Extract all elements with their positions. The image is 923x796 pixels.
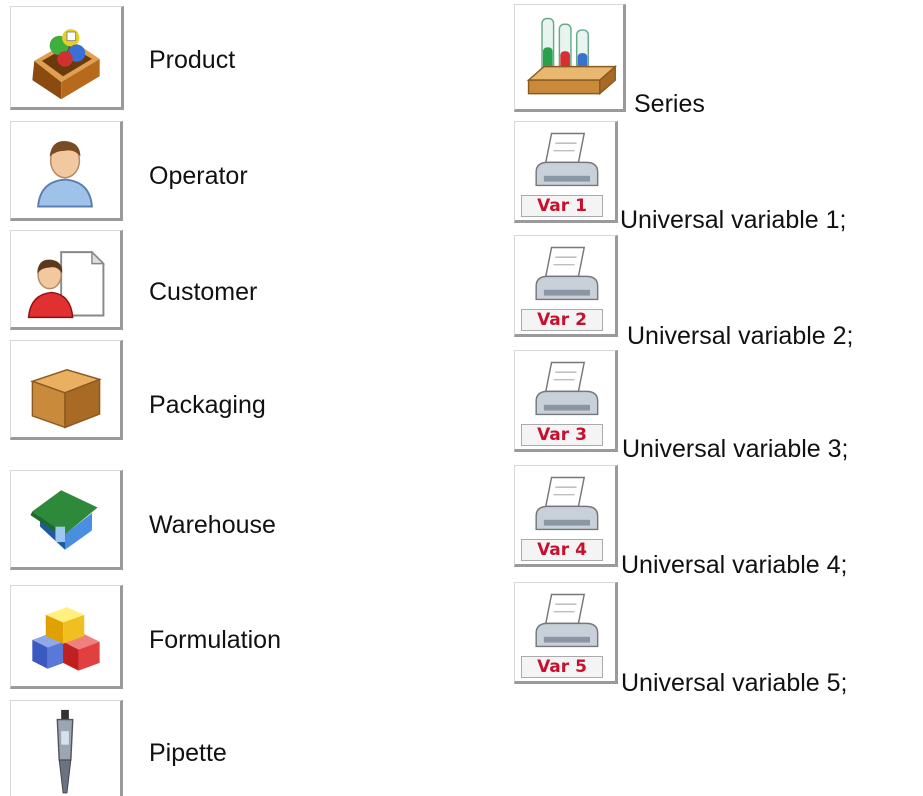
- formulation-cubes-icon: [32, 607, 100, 671]
- universal-variable-2-label: Universal variable 2;: [627, 322, 854, 350]
- var-4-badge: Var 4: [521, 539, 603, 561]
- series-test-tubes-icon: [526, 17, 618, 96]
- universal-variable-1-label: Universal variable 1;: [620, 206, 847, 234]
- formulation-tile[interactable]: [10, 585, 123, 689]
- warehouse-tile[interactable]: [10, 470, 123, 570]
- customer-person-document-icon: [27, 250, 106, 319]
- series-tile[interactable]: [514, 4, 626, 112]
- var-5-badge: Var 5: [521, 656, 603, 678]
- customer-tile[interactable]: [10, 230, 123, 330]
- var-3-badge: Var 3: [521, 424, 603, 446]
- product-label: Product: [149, 46, 236, 74]
- universal-variable-1-tile[interactable]: Var 1: [514, 121, 618, 223]
- series-label: Series: [634, 90, 705, 118]
- customer-label: Customer: [149, 278, 258, 306]
- warehouse-label: Warehouse: [149, 511, 276, 539]
- universal-variable-4-tile[interactable]: Var 4: [514, 465, 618, 567]
- var-1-badge: Var 1: [521, 195, 603, 217]
- product-tile[interactable]: [10, 6, 124, 110]
- pipette-icon: [56, 709, 74, 794]
- var-2-badge: Var 2: [521, 309, 603, 331]
- packaging-label: Packaging: [149, 391, 266, 419]
- universal-variable-2-tile[interactable]: Var 2: [514, 235, 618, 337]
- product-box-icon: [32, 29, 100, 100]
- universal-variable-3-tile[interactable]: Var 3: [514, 350, 618, 452]
- operator-label: Operator: [149, 162, 248, 190]
- packaging-box-icon: [30, 369, 102, 429]
- packaging-tile[interactable]: [10, 340, 123, 440]
- operator-person-icon: [37, 141, 93, 208]
- universal-variable-5-tile[interactable]: Var 5: [514, 582, 618, 684]
- universal-variable-5-label: Universal variable 5;: [621, 669, 848, 697]
- pipette-tile[interactable]: [10, 700, 123, 796]
- universal-variable-3-label: Universal variable 3;: [622, 435, 849, 463]
- pipette-label: Pipette: [149, 739, 227, 767]
- formulation-label: Formulation: [149, 626, 281, 654]
- warehouse-house-icon: [30, 490, 98, 550]
- universal-variable-4-label: Universal variable 4;: [621, 551, 848, 579]
- operator-tile[interactable]: [10, 121, 123, 221]
